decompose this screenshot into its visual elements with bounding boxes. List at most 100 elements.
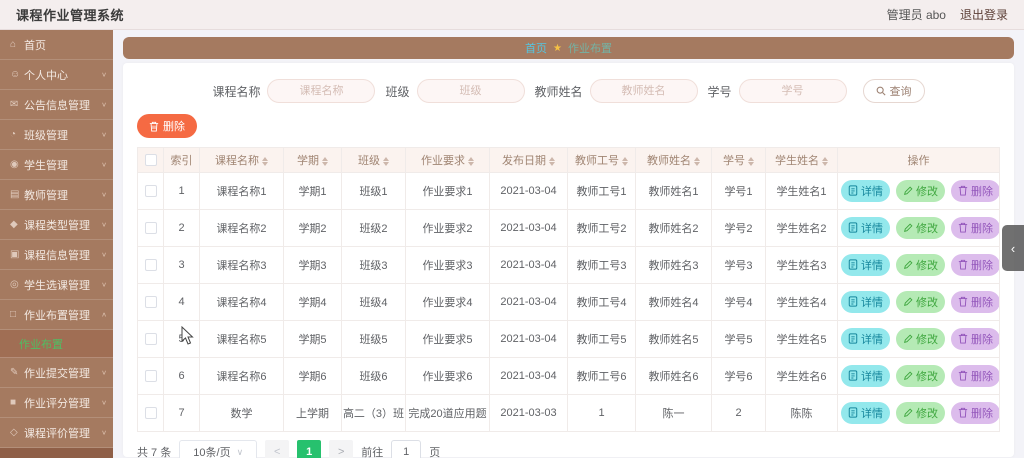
edit-button[interactable]: 修改: [896, 365, 945, 388]
filter-label: 教师姓名: [534, 84, 583, 99]
sidebar-item-0[interactable]: ⌂ 首页: [0, 30, 113, 60]
edit-button[interactable]: 修改: [896, 291, 945, 314]
sort-icon[interactable]: [549, 156, 555, 166]
delete-button[interactable]: 删除: [951, 364, 999, 387]
detail-icon: [848, 407, 858, 418]
cell: 2021-03-04: [489, 320, 568, 358]
delete-button[interactable]: 删除: [951, 401, 999, 424]
pagination-total: 共 7 条: [137, 447, 172, 458]
sort-icon[interactable]: [822, 156, 828, 166]
prev-page-button[interactable]: <: [265, 440, 290, 458]
edit-button[interactable]: 修改: [896, 402, 945, 425]
cell: 学生姓名2: [765, 209, 838, 247]
edit-button[interactable]: 修改: [896, 328, 945, 351]
detail-button[interactable]: 详情: [841, 253, 890, 276]
breadcrumb-home-link[interactable]: 首页: [525, 40, 547, 56]
filter-input-2[interactable]: [589, 79, 698, 103]
row-checkbox[interactable]: [144, 333, 157, 346]
column-header-3[interactable]: 班级: [341, 147, 406, 173]
column-header-1[interactable]: 课程名称: [199, 147, 284, 173]
action-label: 修改: [916, 334, 938, 347]
column-header-label: 发布日期: [502, 155, 546, 167]
filter-input-3[interactable]: [738, 79, 847, 103]
column-header-label: 教师工号: [575, 155, 619, 167]
sort-icon[interactable]: [383, 156, 389, 166]
page-size-select[interactable]: 10条/页 ∨: [179, 440, 258, 458]
sidebar-item-4[interactable]: ◉ 学生管理 ∨: [0, 150, 113, 180]
sort-icon[interactable]: [748, 156, 754, 166]
sidebar-item-9[interactable]: □ 作业布置管理 ∧: [0, 300, 113, 330]
trash-icon: [958, 334, 968, 344]
cell: 学生姓名6: [765, 357, 838, 395]
edit-button[interactable]: 修改: [896, 180, 945, 203]
column-header-5[interactable]: 发布日期: [489, 147, 568, 173]
delete-button[interactable]: 删除: [951, 290, 999, 313]
delete-button[interactable]: 删除: [951, 253, 999, 276]
delete-button[interactable]: 删除: [951, 327, 999, 350]
edit-button[interactable]: 修改: [896, 254, 945, 277]
cell: 课程名称2: [199, 209, 284, 247]
column-header-2[interactable]: 学期: [283, 147, 342, 173]
sort-icon[interactable]: [694, 156, 700, 166]
toolbar: 删除: [137, 114, 1000, 138]
edit-icon: [904, 297, 913, 307]
detail-button[interactable]: 详情: [841, 290, 890, 313]
row-actions-cell: 详情 修改 删除: [837, 394, 1000, 432]
search-button[interactable]: 查询: [862, 79, 925, 103]
sort-icon[interactable]: [262, 156, 268, 166]
column-header-9[interactable]: 学生姓名: [765, 147, 838, 173]
sidebar-item-1[interactable]: ☺ 个人中心 ∨: [0, 60, 113, 90]
chevron-down-icon: ∨: [101, 130, 107, 139]
action-label: 删除: [971, 185, 993, 198]
detail-button[interactable]: 详情: [841, 327, 890, 350]
batch-delete-button[interactable]: 删除: [137, 114, 197, 138]
detail-button[interactable]: 详情: [841, 216, 890, 239]
filter-input-0[interactable]: [267, 79, 376, 103]
next-page-button[interactable]: >: [329, 440, 354, 458]
cell: 2021-03-04: [489, 246, 568, 284]
sort-icon[interactable]: [622, 156, 628, 166]
row-checkbox[interactable]: [144, 370, 157, 383]
sidebar-item-5[interactable]: ▤ 教师管理 ∨: [0, 180, 113, 210]
student-icon: ◉: [10, 159, 19, 170]
row-checkbox[interactable]: [144, 296, 157, 309]
action-label: 详情: [861, 185, 883, 198]
action-label: 修改: [916, 371, 938, 384]
cell: 2021-03-04: [489, 172, 568, 210]
column-header-4[interactable]: 作业要求: [405, 147, 490, 173]
sidebar-subitem-9-0[interactable]: 作业布置: [0, 330, 113, 358]
row-checkbox[interactable]: [144, 407, 157, 420]
select-all-checkbox[interactable]: [144, 154, 157, 167]
filter-group-2: 教师姓名: [535, 79, 698, 103]
goto-page-input[interactable]: [391, 440, 422, 458]
sidebar-item-label: 教师管理: [24, 189, 68, 202]
column-header-6[interactable]: 教师工号: [567, 147, 636, 173]
logout-link[interactable]: 退出登录: [960, 6, 1008, 23]
homework-submit-icon: ✎: [10, 367, 19, 378]
filter-input-1[interactable]: [416, 79, 525, 103]
page-1-button[interactable]: 1: [297, 440, 322, 458]
detail-button[interactable]: 详情: [841, 401, 890, 424]
sidebar-item-2[interactable]: ✉ 公告信息管理 ∨: [0, 90, 113, 120]
column-header-8[interactable]: 学号: [711, 147, 766, 173]
cell: 2021-03-04: [489, 209, 568, 247]
sidebar-item-8[interactable]: ◎ 学生选课管理 ∨: [0, 270, 113, 300]
delete-button[interactable]: 删除: [951, 216, 999, 239]
row-checkbox[interactable]: [144, 259, 157, 272]
sidebar-item-3[interactable]: ◔ 班级管理 ∨: [0, 120, 113, 150]
detail-button[interactable]: 详情: [841, 179, 890, 202]
collapse-panel-handle[interactable]: ‹: [1002, 225, 1024, 271]
sidebar-item-10[interactable]: ✎ 作业提交管理 ∨: [0, 358, 113, 388]
sidebar-item-7[interactable]: ▣ 课程信息管理 ∨: [0, 240, 113, 270]
delete-button[interactable]: 删除: [951, 179, 999, 202]
sort-icon[interactable]: [468, 156, 474, 166]
sidebar-item-12[interactable]: ◇ 课程评价管理 ∨: [0, 418, 113, 448]
sidebar-item-6[interactable]: ◆ 课程类型管理 ∨: [0, 210, 113, 240]
row-checkbox[interactable]: [144, 222, 157, 235]
sidebar-item-11[interactable]: ■ 作业评分管理 ∨: [0, 388, 113, 418]
column-header-7[interactable]: 教师姓名: [635, 147, 712, 173]
sort-icon[interactable]: [322, 156, 328, 166]
row-checkbox[interactable]: [144, 185, 157, 198]
edit-button[interactable]: 修改: [896, 217, 945, 240]
detail-button[interactable]: 详情: [841, 364, 890, 387]
